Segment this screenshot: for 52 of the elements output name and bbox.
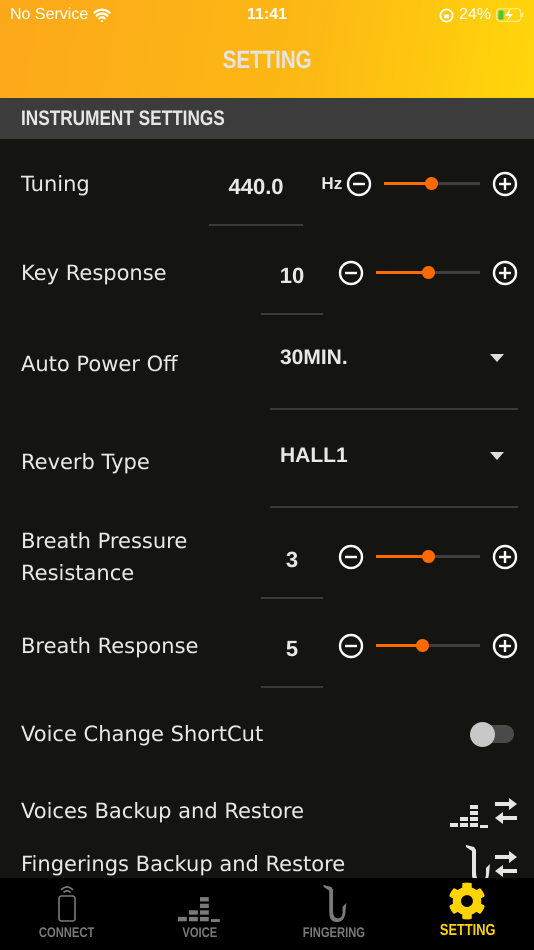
- carrier-text: No Service: [10, 6, 88, 24]
- value-field[interactable]: 5: [261, 626, 323, 688]
- slider[interactable]: [376, 550, 480, 563]
- value-field[interactable]: 3: [261, 536, 323, 598]
- plus-button[interactable]: [492, 632, 518, 658]
- value-field[interactable]: 440.0: [208, 164, 304, 226]
- setting-label: Breath Response: [21, 632, 200, 660]
- slider[interactable]: [376, 639, 480, 652]
- plus-button[interactable]: [492, 170, 518, 196]
- value-field[interactable]: 10: [261, 252, 323, 314]
- tab[interactable]: SETTING: [400, 878, 534, 950]
- phone-signal-icon: [56, 884, 78, 922]
- plus-button[interactable]: [492, 260, 518, 286]
- slider-thumb[interactable]: [422, 266, 435, 279]
- toggle-switch[interactable]: [470, 721, 516, 747]
- page-title: SETTING: [222, 46, 312, 74]
- rotation-lock-icon: [438, 8, 454, 22]
- tab[interactable]: VOICE: [134, 878, 267, 950]
- plus-button[interactable]: [492, 544, 518, 570]
- swap-arrows-icon: [494, 850, 518, 878]
- setting-label: Fingerings Backup and Restore: [21, 851, 346, 878]
- wifi-icon: [93, 6, 112, 24]
- minus-button[interactable]: [346, 170, 372, 196]
- settings-icon: [448, 882, 486, 920]
- slider[interactable]: [376, 266, 480, 279]
- setting-label: Breath Pressure Resistance: [21, 528, 188, 586]
- swap-arrows-icon: [494, 797, 518, 825]
- setting-label: Tuning: [21, 170, 91, 198]
- backup-restore-button[interactable]: [464, 844, 518, 878]
- dropdown[interactable]: 30MIN.: [270, 332, 518, 410]
- tab[interactable]: CONNECT: [0, 878, 134, 950]
- battery-charging-icon: [496, 8, 524, 22]
- minus-button[interactable]: [338, 632, 364, 658]
- setting-label: Auto Power Off: [21, 351, 179, 378]
- setting-label: Voices Backup and Restore: [21, 798, 306, 825]
- slider-thumb[interactable]: [425, 177, 438, 190]
- setting-label: Voice Change ShortCut: [21, 721, 264, 748]
- unit-label: Hz: [321, 174, 342, 194]
- minus-button[interactable]: [338, 260, 364, 286]
- clock-text: 11:41: [246, 6, 288, 24]
- section-title: INSTRUMENT SETTINGS: [21, 106, 225, 130]
- dropdown[interactable]: HALL1: [270, 430, 518, 508]
- slider[interactable]: [384, 177, 480, 190]
- setting-label: Reverb Type: [21, 448, 151, 476]
- minus-button[interactable]: [338, 544, 364, 570]
- slider-thumb[interactable]: [416, 639, 429, 652]
- setting-label: Key Response: [21, 260, 168, 286]
- caret-icon: [490, 354, 504, 362]
- caret-icon: [490, 452, 504, 460]
- slider-thumb[interactable]: [422, 550, 435, 563]
- battery-percent: 24%: [458, 6, 491, 24]
- tab[interactable]: FINGERING: [267, 878, 400, 950]
